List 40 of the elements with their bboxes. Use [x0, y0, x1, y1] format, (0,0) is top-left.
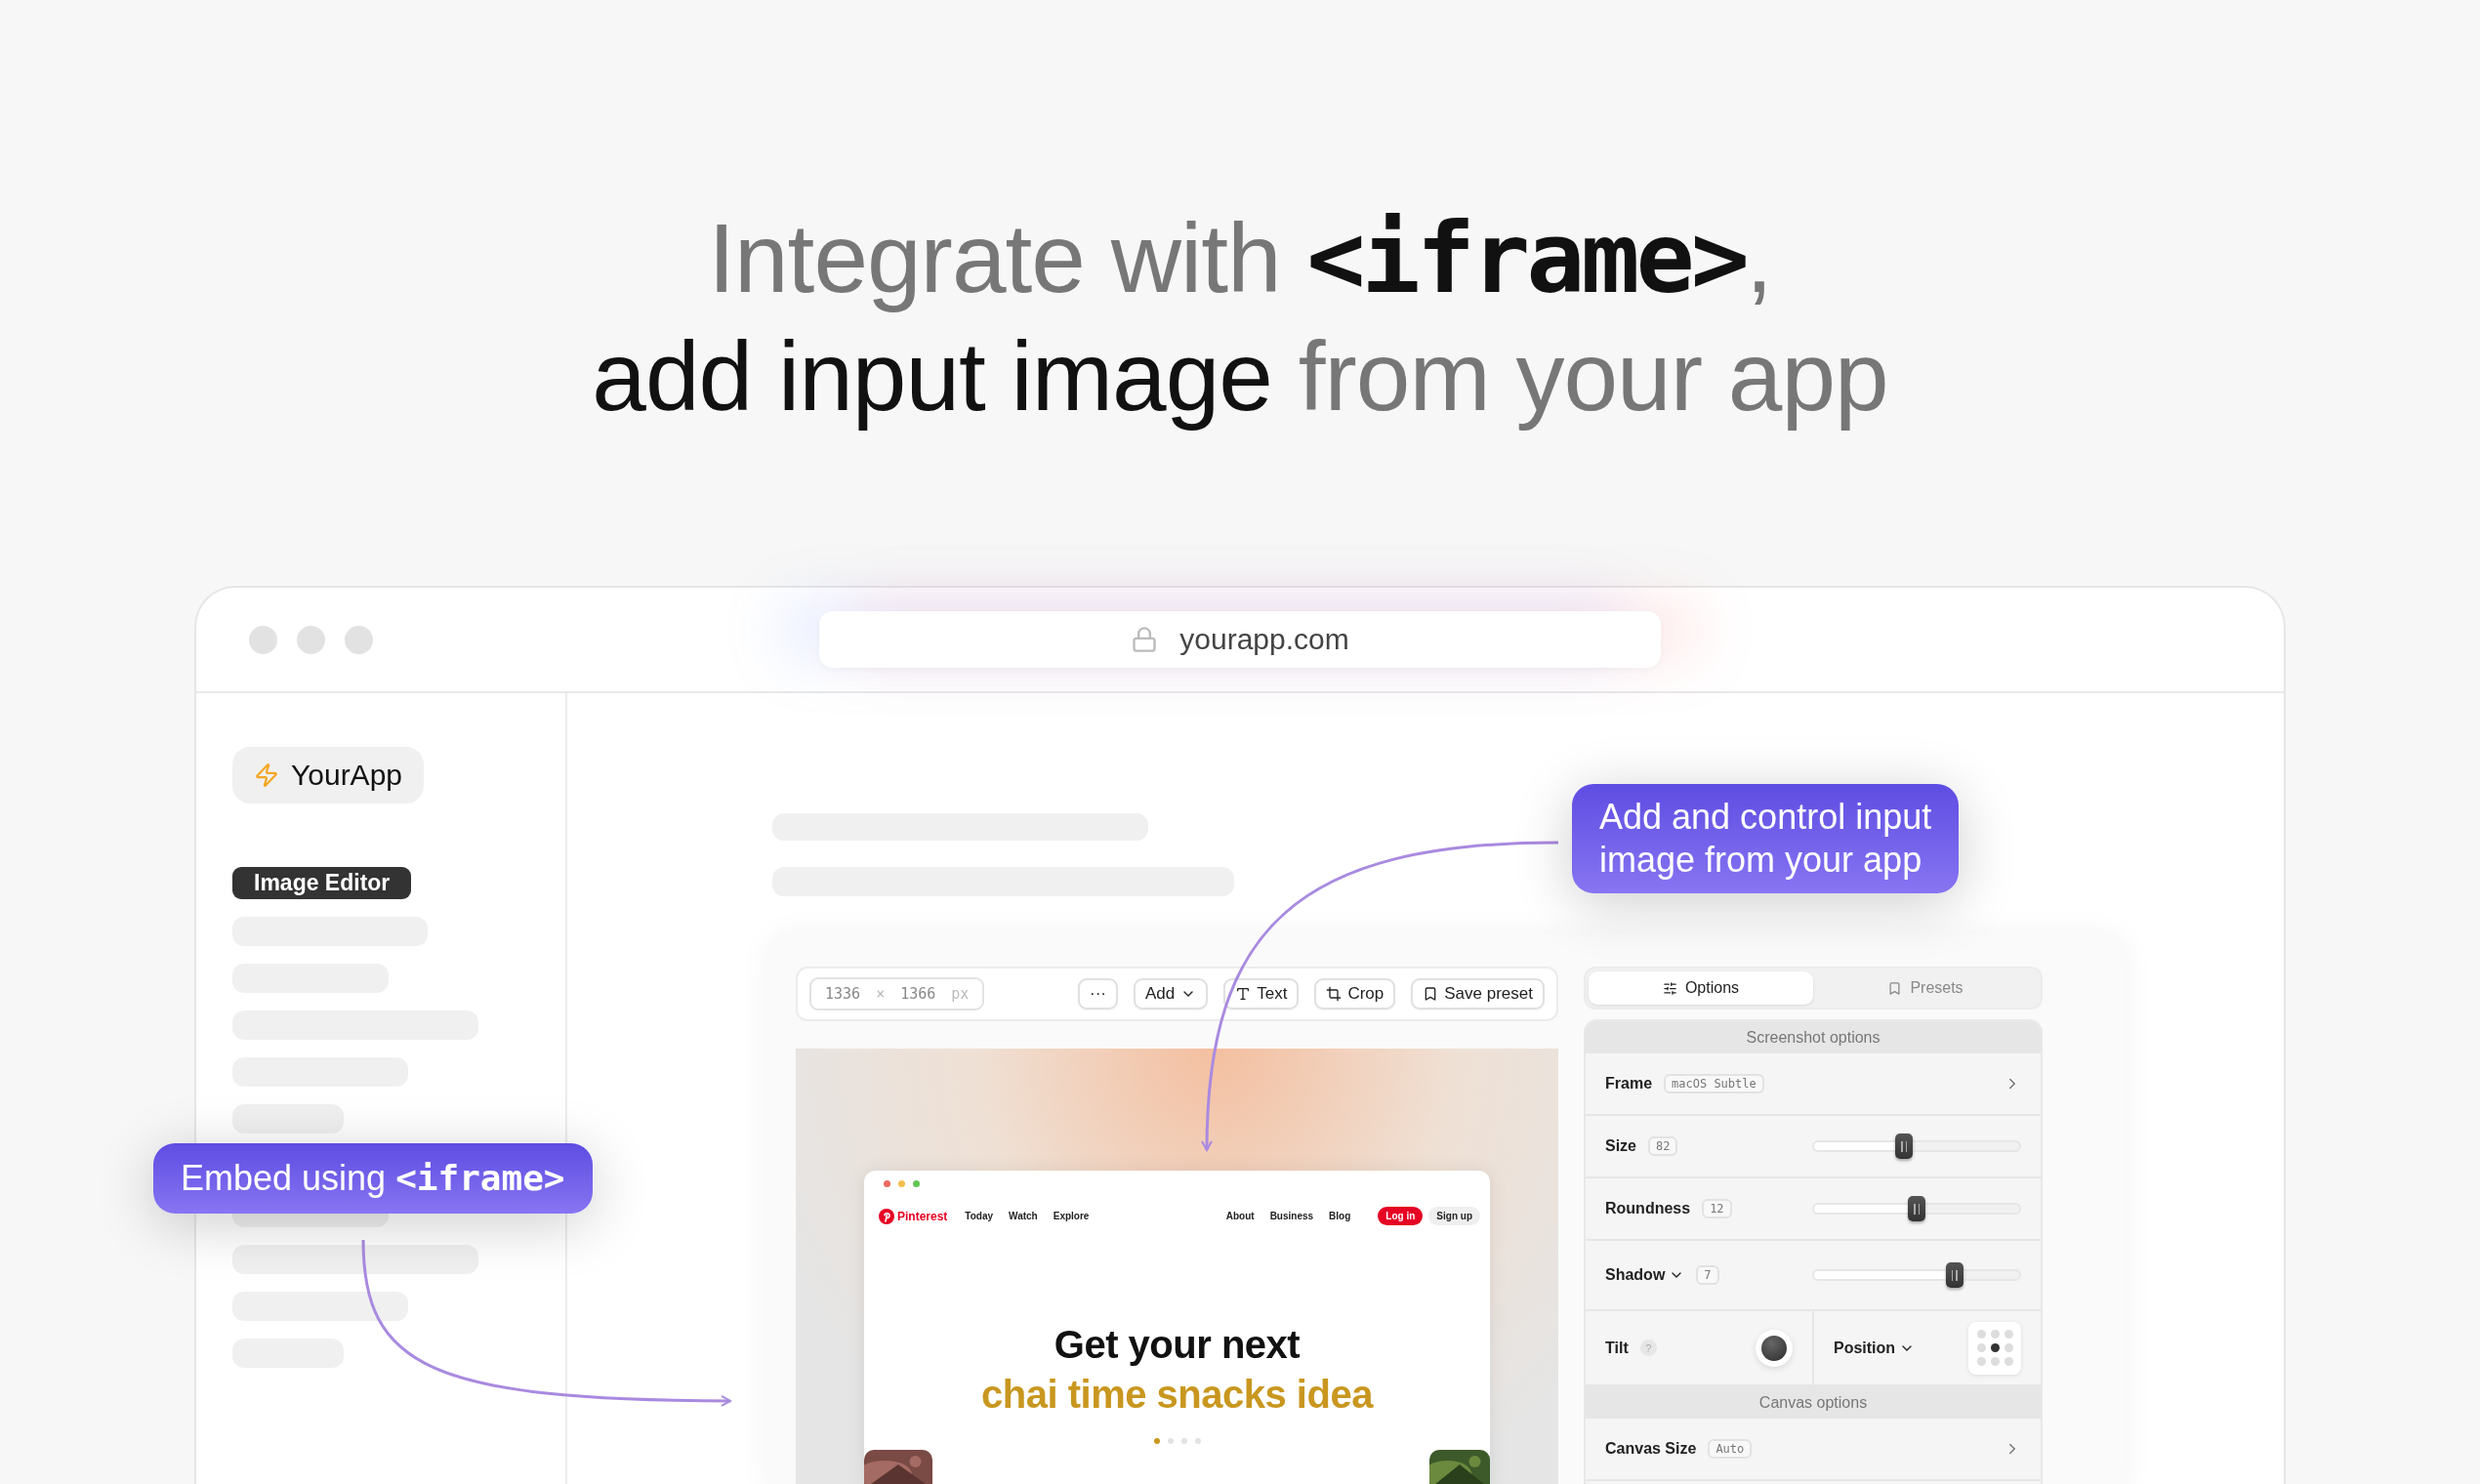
setting-value: macOS Subtle — [1664, 1074, 1764, 1093]
brand-logo[interactable]: Pinterest — [879, 1208, 948, 1224]
section-header: Canvas options — [1586, 1386, 2041, 1419]
setting-label: Frame — [1605, 1075, 1653, 1092]
login-button[interactable]: Log in — [1378, 1207, 1424, 1225]
sidebar-item[interactable]: Image Editor — [232, 867, 412, 899]
dimensions-field[interactable]: 1336 × 1366 px — [809, 977, 985, 1010]
setting-value: 82 — [1648, 1136, 1678, 1156]
hero-title: Get your next — [1053, 1323, 1302, 1367]
setting-dropdown[interactable]: Shadow — [1605, 1266, 1685, 1284]
setting-value: Auto — [1708, 1439, 1753, 1459]
setting-label: Canvas Size — [1605, 1440, 1697, 1458]
hero-subtitle: chai time snacks idea — [980, 1373, 1375, 1417]
section-header: Screenshot options — [1586, 1021, 2041, 1053]
headline: add input image from your app — [592, 320, 1888, 433]
setting-value: 7 — [1696, 1265, 1719, 1285]
setting-dropdown[interactable]: Position — [1834, 1339, 1916, 1357]
nav-link[interactable]: Blog — [1329, 1211, 1351, 1221]
nav-link[interactable]: Business — [1269, 1211, 1314, 1221]
nav-link[interactable]: Today — [965, 1211, 994, 1221]
nav-link[interactable]: Watch — [1009, 1211, 1038, 1221]
toolbar-button[interactable]: Text — [1223, 978, 1300, 1010]
nav-link[interactable]: Explore — [1053, 1211, 1090, 1221]
signup-button[interactable]: Sign up — [1428, 1207, 1480, 1225]
callout: Embed using <iframe> — [153, 1143, 593, 1214]
setting-label: Size — [1605, 1137, 1636, 1155]
nav-link[interactable]: About — [1225, 1211, 1255, 1221]
headline: Integrate with <iframe>, — [708, 201, 1772, 315]
toolbar-button[interactable]: Crop — [1314, 978, 1396, 1010]
more-button[interactable]: ··· — [1078, 978, 1118, 1010]
panel-tab[interactable]: Options — [1589, 971, 1813, 1005]
address-bar[interactable]: yourapp.com — [819, 611, 1661, 668]
toolbar-button[interactable]: Add — [1133, 978, 1209, 1010]
setting-value: 12 — [1702, 1199, 1732, 1218]
callout: Add and control input image from your app — [1572, 784, 1960, 893]
setting-label: Roundness — [1605, 1200, 1691, 1217]
setting-label: Tilt — [1605, 1339, 1629, 1357]
url-text: yourapp.com — [1179, 623, 1349, 656]
app-button[interactable]: YourApp — [232, 747, 424, 804]
toolbar-button[interactable]: Save preset — [1411, 978, 1545, 1010]
